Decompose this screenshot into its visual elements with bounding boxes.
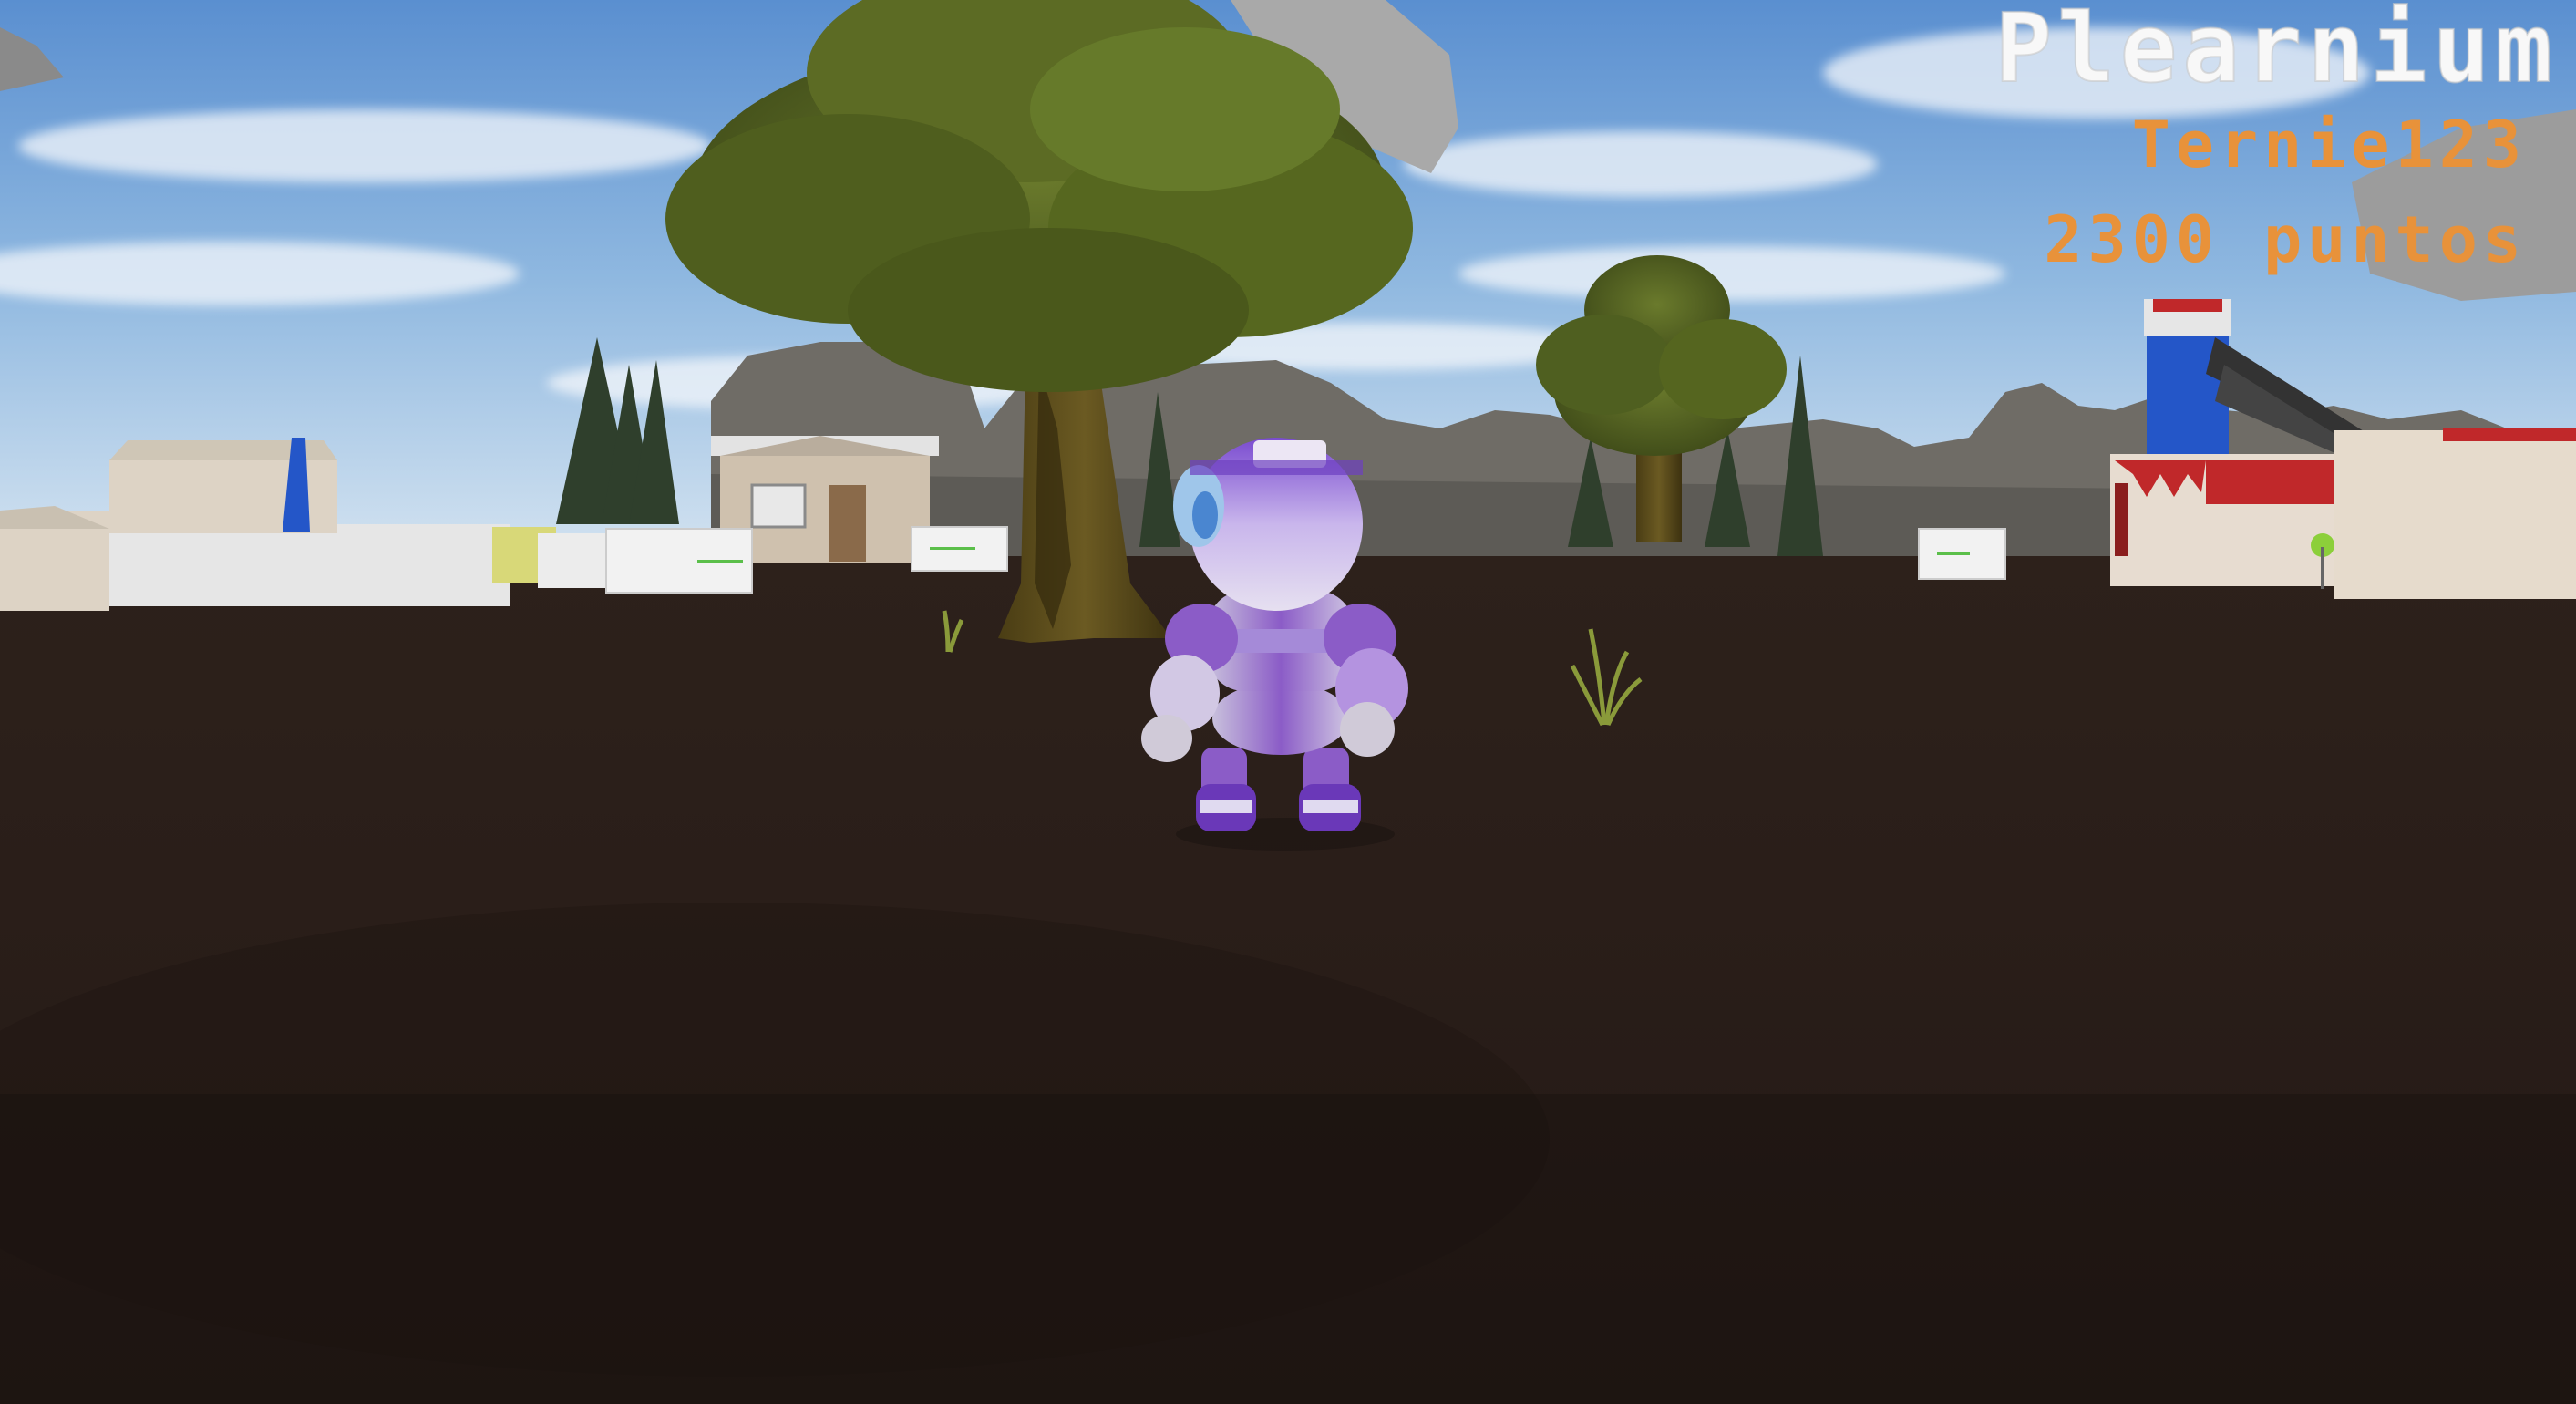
game-viewport[interactable]: Plearnium Ternie123 2300 puntos — [0, 0, 2576, 1404]
game-scene[interactable] — [0, 0, 2576, 1404]
ground-vignette — [0, 1094, 2576, 1404]
